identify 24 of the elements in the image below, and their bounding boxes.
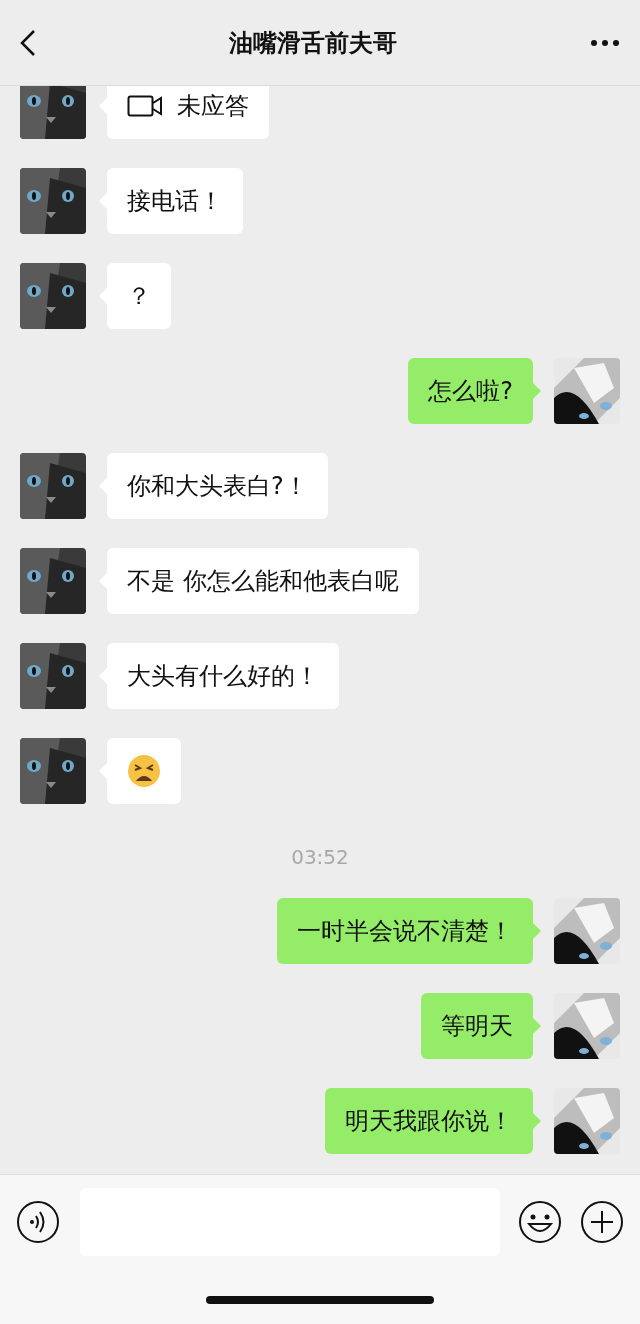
message-text: 一时半会说不清楚！	[297, 916, 513, 947]
call-status: 未应答	[177, 91, 249, 122]
more-icon	[590, 38, 620, 47]
voice-icon	[16, 1200, 60, 1244]
video-camera-icon	[127, 95, 163, 117]
message-text: 明天我跟你说！	[345, 1106, 513, 1137]
emoji-button[interactable]	[518, 1200, 562, 1244]
message-time: 03:52	[291, 844, 349, 869]
message-text: 大头有什么好的！	[127, 661, 319, 692]
back-button[interactable]	[20, 28, 36, 57]
message-text: 你和大头表白?！	[127, 471, 308, 502]
smiley-icon	[518, 1200, 562, 1244]
message-text: 接电话！	[127, 186, 223, 217]
plus-icon	[580, 1200, 624, 1244]
message-text: 怎么啦?	[428, 376, 513, 407]
voice-button[interactable]	[16, 1200, 60, 1244]
more-button[interactable]	[590, 38, 620, 47]
back-icon	[20, 28, 36, 57]
message-text: 不是 你怎么能和他表白呢	[127, 566, 399, 597]
chat-title: 油嘴滑舌前夫哥	[229, 27, 397, 59]
message-text: ？	[127, 281, 151, 312]
message-text: 等明天	[441, 1011, 513, 1042]
tired-face-icon	[127, 754, 161, 788]
plus-button[interactable]	[580, 1200, 624, 1244]
